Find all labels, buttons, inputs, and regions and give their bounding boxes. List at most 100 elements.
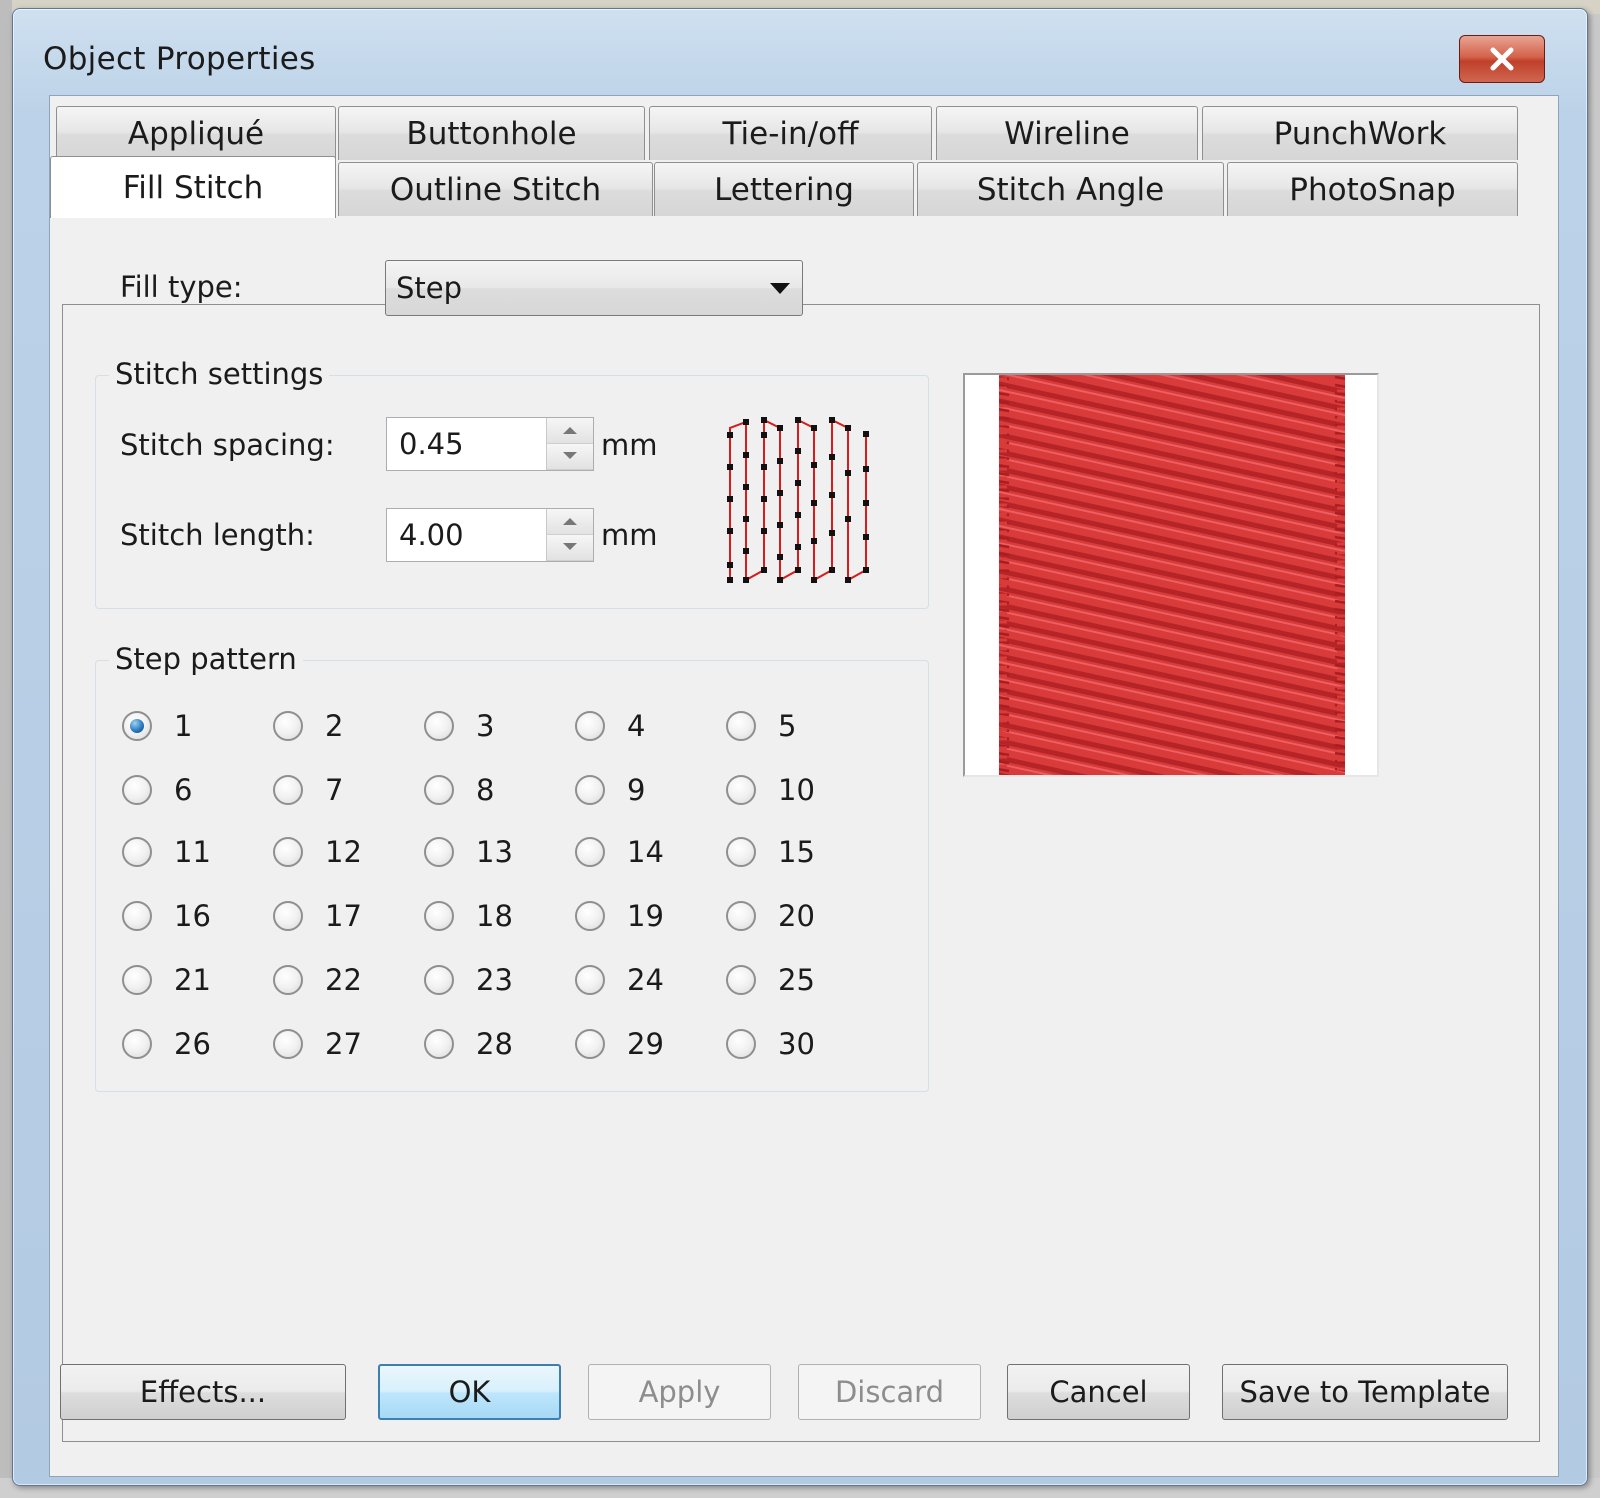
close-button[interactable]: [1459, 35, 1545, 83]
step-pattern-option-label: 24: [627, 963, 664, 997]
cancel-button[interactable]: Cancel: [1007, 1364, 1190, 1420]
step-stitch-diagram-icon: [727, 417, 869, 583]
tab-punchwork[interactable]: PunchWork: [1202, 106, 1518, 160]
step-pattern-option-label: 9: [627, 773, 646, 807]
radio-button[interactable]: [726, 837, 756, 867]
radio-button[interactable]: [122, 901, 152, 931]
spin-down-icon[interactable]: [547, 444, 593, 470]
step-pattern-option[interactable]: 9: [575, 768, 726, 812]
step-pattern-option-label: 7: [325, 773, 344, 807]
radio-button[interactable]: [726, 1029, 756, 1059]
discard-button[interactable]: Discard: [798, 1364, 981, 1420]
step-pattern-option[interactable]: 18: [424, 894, 575, 938]
step-pattern-option[interactable]: 28: [424, 1022, 575, 1066]
radio-button[interactable]: [575, 837, 605, 867]
radio-button[interactable]: [424, 711, 454, 741]
stitch-spacing-spinner[interactable]: [386, 417, 594, 471]
stitch-spacing-unit: mm: [601, 428, 658, 462]
step-pattern-option[interactable]: 3: [424, 704, 575, 748]
tab-buttonhole[interactable]: Buttonhole: [338, 106, 645, 160]
radio-button[interactable]: [575, 775, 605, 805]
tab-wireline[interactable]: Wireline: [936, 106, 1198, 160]
step-pattern-option[interactable]: 5: [726, 704, 877, 748]
step-pattern-option[interactable]: 15: [726, 830, 877, 874]
stitch-length-spinner[interactable]: [386, 508, 594, 562]
ok-button[interactable]: OK: [378, 1364, 561, 1420]
step-pattern-option[interactable]: 22: [273, 958, 424, 1002]
step-pattern-option[interactable]: 13: [424, 830, 575, 874]
tab-applique[interactable]: Appliqué: [56, 106, 336, 160]
step-pattern-option[interactable]: 16: [122, 894, 273, 938]
step-pattern-option-label: 25: [778, 963, 815, 997]
step-pattern-option[interactable]: 7: [273, 768, 424, 812]
radio-button[interactable]: [575, 901, 605, 931]
radio-button[interactable]: [273, 901, 303, 931]
stitch-length-input[interactable]: [387, 509, 547, 561]
step-pattern-option-label: 4: [627, 709, 646, 743]
stitch-spacing-input[interactable]: [387, 418, 547, 470]
step-pattern-option-label: 16: [174, 899, 211, 933]
spin-down-icon[interactable]: [547, 535, 593, 561]
tab-photosnap[interactable]: PhotoSnap: [1227, 162, 1518, 216]
tab-lettering[interactable]: Lettering: [654, 162, 914, 216]
radio-button[interactable]: [273, 711, 303, 741]
effects-button[interactable]: Effects...: [60, 1364, 346, 1420]
apply-button[interactable]: Apply: [588, 1364, 771, 1420]
radio-button[interactable]: [122, 837, 152, 867]
radio-button[interactable]: [122, 1029, 152, 1059]
stitch-spacing-spin-buttons: [546, 418, 593, 470]
step-pattern-option[interactable]: 20: [726, 894, 877, 938]
radio-button[interactable]: [424, 837, 454, 867]
step-pattern-option[interactable]: 21: [122, 958, 273, 1002]
radio-button[interactable]: [575, 1029, 605, 1059]
spin-up-icon[interactable]: [547, 509, 593, 535]
step-pattern-option[interactable]: 4: [575, 704, 726, 748]
step-pattern-option-label: 11: [174, 835, 211, 869]
radio-button[interactable]: [726, 901, 756, 931]
step-fill-preview-icon: [965, 375, 1377, 775]
radio-button[interactable]: [424, 965, 454, 995]
radio-button[interactable]: [273, 1029, 303, 1059]
tab-fill-stitch[interactable]: Fill Stitch: [50, 156, 336, 218]
radio-button[interactable]: [575, 965, 605, 995]
step-pattern-option[interactable]: 14: [575, 830, 726, 874]
step-pattern-option-label: 27: [325, 1027, 362, 1061]
tab-stitch-angle[interactable]: Stitch Angle: [917, 162, 1224, 216]
tab-tie-in-off[interactable]: Tie-in/off: [649, 106, 932, 160]
radio-button[interactable]: [575, 711, 605, 741]
step-pattern-option[interactable]: 19: [575, 894, 726, 938]
radio-button[interactable]: [424, 901, 454, 931]
radio-button[interactable]: [424, 775, 454, 805]
step-pattern-option[interactable]: 1: [122, 704, 273, 748]
step-pattern-option[interactable]: 26: [122, 1022, 273, 1066]
step-pattern-option-label: 20: [778, 899, 815, 933]
step-pattern-option[interactable]: 29: [575, 1022, 726, 1066]
radio-button[interactable]: [273, 775, 303, 805]
step-pattern-option[interactable]: 24: [575, 958, 726, 1002]
step-pattern-option[interactable]: 25: [726, 958, 877, 1002]
radio-button[interactable]: [122, 965, 152, 995]
tab-outline-stitch[interactable]: Outline Stitch: [338, 162, 653, 216]
save-to-template-button[interactable]: Save to Template: [1222, 1364, 1508, 1420]
step-pattern-option[interactable]: 10: [726, 768, 877, 812]
step-pattern-option[interactable]: 17: [273, 894, 424, 938]
radio-button[interactable]: [424, 1029, 454, 1059]
step-pattern-option[interactable]: 8: [424, 768, 575, 812]
step-pattern-option[interactable]: 6: [122, 768, 273, 812]
step-pattern-option[interactable]: 27: [273, 1022, 424, 1066]
radio-button[interactable]: [726, 965, 756, 995]
radio-button[interactable]: [273, 965, 303, 995]
radio-button[interactable]: [726, 775, 756, 805]
step-pattern-option[interactable]: 30: [726, 1022, 877, 1066]
fill-type-dropdown[interactable]: Step: [385, 260, 803, 316]
spin-up-icon[interactable]: [547, 418, 593, 444]
step-pattern-option-label: 6: [174, 773, 193, 807]
radio-button[interactable]: [726, 711, 756, 741]
radio-button[interactable]: [273, 837, 303, 867]
step-pattern-option[interactable]: 2: [273, 704, 424, 748]
step-pattern-option[interactable]: 12: [273, 830, 424, 874]
radio-button[interactable]: [122, 775, 152, 805]
radio-button[interactable]: [122, 711, 152, 741]
step-pattern-option[interactable]: 11: [122, 830, 273, 874]
step-pattern-option[interactable]: 23: [424, 958, 575, 1002]
